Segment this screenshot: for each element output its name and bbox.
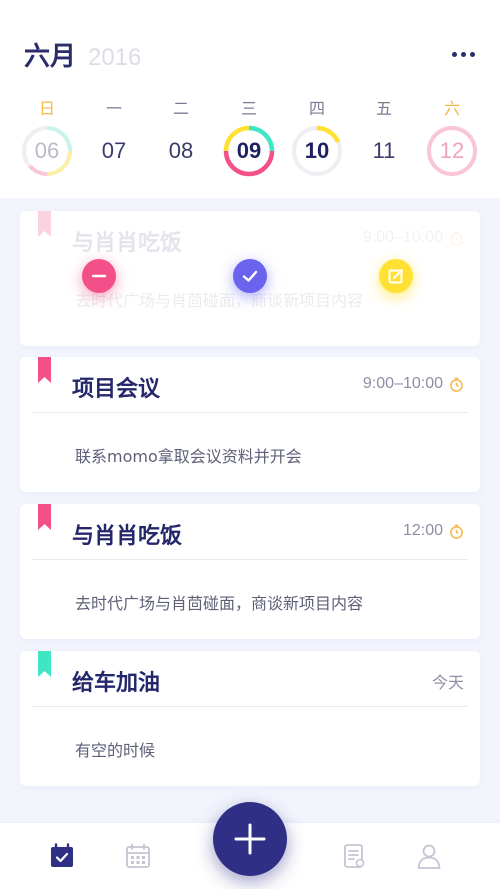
task-card-swiped[interactable]: 与肖肖吃饭 9:00–10:00 去时代广场与肖茴碰面，商谈新项目内容 (20, 211, 480, 346)
edit-button[interactable] (379, 259, 413, 293)
edit-icon (388, 269, 403, 284)
delete-button[interactable] (82, 259, 116, 293)
task-time-label: 9:00–10:00 (362, 229, 443, 246)
ribbon-tag (38, 211, 51, 237)
clock-icon (450, 524, 463, 539)
ribbon-tag (38, 651, 51, 677)
ribbon-tag (38, 504, 51, 530)
clock-icon (450, 231, 463, 246)
task-time-label: 今天 (431, 675, 464, 692)
profile-icon[interactable] (416, 843, 442, 869)
weekday-label: 四 (308, 99, 325, 118)
notes-icon[interactable] (341, 843, 367, 869)
weekday-label: 一 (105, 99, 122, 118)
weekday-label: 日 (38, 99, 55, 118)
date-number: 09 (236, 138, 262, 163)
year-label: 2016 (88, 44, 142, 71)
task-desc: 去时代广场与肖茴碰面，商谈新项目内容 (75, 291, 364, 310)
month-label: 六月 (24, 42, 77, 72)
weekday-label: 二 (172, 99, 189, 118)
date-number: 11 (372, 138, 396, 163)
weekday-label: 三 (240, 99, 257, 118)
day-08[interactable]: 二 08 (151, 98, 211, 188)
weekday-label: 六 (443, 99, 460, 118)
task-title: 项目会议 (72, 377, 161, 402)
task-card[interactable]: 与肖肖吃饭 12:00 去时代广场与肖茴碰面，商谈新项目内容 (20, 504, 480, 639)
day-09[interactable]: 三 09 (219, 98, 279, 188)
divider (32, 706, 468, 707)
date-number: 10 (304, 138, 330, 163)
todo-icon[interactable] (49, 843, 75, 869)
task-desc: 联系momo拿取会议资料并开会 (75, 447, 302, 466)
week-strip: 日 06 一 07 二 08 三 09 四 10 五 11 六 12 (0, 98, 500, 188)
day-10[interactable]: 四 10 (287, 98, 347, 188)
clock-icon (450, 377, 463, 392)
page-title: 六月 2016 (24, 36, 141, 73)
divider (32, 559, 468, 560)
date-number: 08 (168, 138, 194, 163)
ribbon-tag (38, 357, 51, 383)
task-desc: 去时代广场与肖茴碰面，商谈新项目内容 (75, 594, 364, 613)
task-time: 12:00 (403, 522, 464, 540)
plus-icon (234, 823, 266, 855)
task-title: 给车加油 (72, 671, 161, 696)
task-time: 9:00–10:00 (363, 375, 464, 393)
date-number: 07 (101, 138, 127, 163)
date-number: 06 (34, 138, 60, 163)
task-title: 与肖肖吃饭 (72, 231, 183, 256)
add-button[interactable] (213, 802, 287, 876)
task-time: 9:00–10:00 (363, 229, 464, 247)
task-card[interactable]: 给车加油 今天 有空的时候 (20, 651, 480, 786)
day-07[interactable]: 一 07 (84, 98, 144, 188)
day-06[interactable]: 日 06 (17, 98, 77, 188)
task-time: 今天 (432, 669, 464, 693)
weekday-label: 五 (375, 99, 392, 118)
task-title: 与肖肖吃饭 (72, 524, 183, 549)
task-desc: 有空的时候 (75, 741, 156, 760)
task-time-label: 12:00 (402, 522, 443, 539)
divider (32, 412, 468, 413)
check-icon (242, 270, 258, 282)
minus-icon (91, 274, 107, 278)
date-number: 12 (439, 138, 465, 163)
task-time-label: 9:00–10:00 (362, 375, 443, 392)
more-icon[interactable] (452, 44, 480, 64)
day-12[interactable]: 六 12 (422, 98, 482, 188)
day-11[interactable]: 五 11 (354, 98, 414, 188)
header: 六月 2016 日 06 一 07 二 08 三 09 四 10 五 11 六 … (0, 0, 500, 198)
calendar-icon[interactable] (125, 843, 151, 869)
task-card[interactable]: 项目会议 9:00–10:00 联系momo拿取会议资料并开会 (20, 357, 480, 492)
complete-button[interactable] (233, 259, 267, 293)
